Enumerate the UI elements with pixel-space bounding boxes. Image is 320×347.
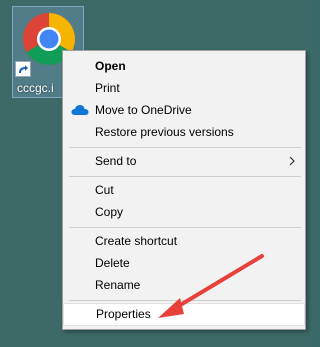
chevron-right-icon <box>289 156 295 166</box>
context-menu: Open Print Move to OneDrive Restore prev… <box>62 50 306 330</box>
menu-item-create-shortcut[interactable]: Create shortcut <box>63 230 305 252</box>
menu-item-label: Restore previous versions <box>95 125 234 139</box>
menu-item-label: Open <box>95 59 126 73</box>
menu-item-rename[interactable]: Rename <box>63 274 305 296</box>
menu-separator <box>69 147 301 148</box>
menu-item-label: Cut <box>95 183 114 197</box>
menu-item-label: Print <box>95 81 120 95</box>
menu-separator <box>69 300 301 301</box>
shortcut-arrow-icon <box>15 61 31 77</box>
desktop: cccgc.i Open Print Move to OneDrive Rest… <box>0 0 312 347</box>
menu-item-label: Move to OneDrive <box>95 103 192 117</box>
onedrive-icon <box>71 105 89 115</box>
menu-item-restore-previous-versions[interactable]: Restore previous versions <box>63 121 305 143</box>
menu-item-move-to-onedrive[interactable]: Move to OneDrive <box>63 99 305 121</box>
menu-item-print[interactable]: Print <box>63 77 305 99</box>
menu-item-label: Delete <box>95 256 130 270</box>
menu-item-label: Properties <box>96 307 151 321</box>
menu-item-label: Rename <box>95 278 141 292</box>
menu-item-label: Send to <box>95 154 137 168</box>
menu-item-copy[interactable]: Copy <box>63 201 305 223</box>
menu-item-cut[interactable]: Cut <box>63 179 305 201</box>
menu-item-delete[interactable]: Delete <box>63 252 305 274</box>
menu-separator <box>69 176 301 177</box>
menu-item-label: Copy <box>95 205 124 219</box>
menu-item-send-to[interactable]: Send to <box>63 150 305 172</box>
menu-separator <box>69 227 301 228</box>
menu-item-properties[interactable]: Properties <box>63 303 305 326</box>
menu-item-open[interactable]: Open <box>63 55 305 77</box>
menu-item-label: Create shortcut <box>95 234 178 248</box>
